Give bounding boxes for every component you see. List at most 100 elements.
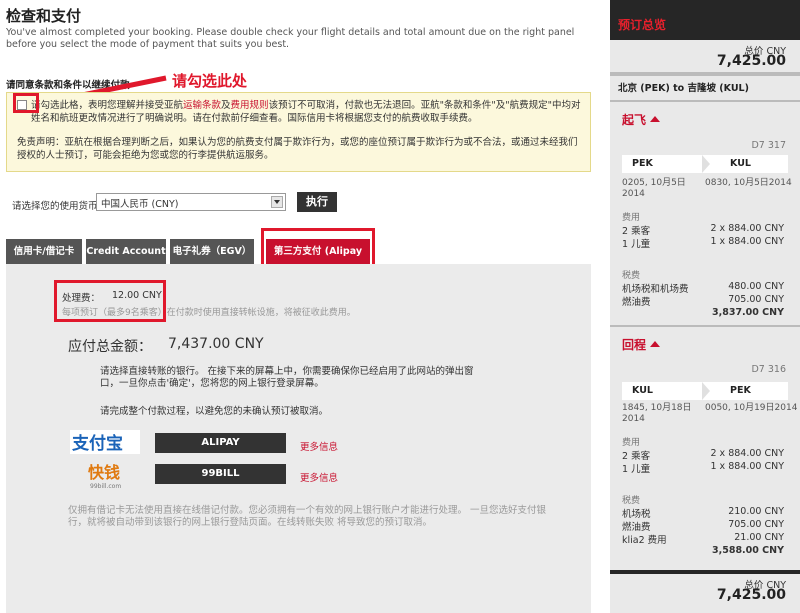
return-fare-row-value: 2 x 884.00 CNY [710,448,784,459]
outbound-fare-row-label: 1 儿童 [622,239,651,250]
run-button[interactable]: 执行 [297,192,337,212]
payment-main: 检查和支付 You've almost completed your booki… [0,0,600,613]
return-tax-row-label: 燃油费 [622,522,651,533]
return-fare-row-label: 2 乘客 [622,451,651,462]
page-title: 检查和支付 [6,7,82,25]
fee-rules-link[interactable]: 费用规则 [231,100,269,111]
total-value: 7,437.00 CNY [168,336,264,352]
return-tax-row: 燃油费 705.00 CNY [622,519,788,533]
return-flight-number: D7 316 [751,364,786,375]
return-depart-year: 2014 [622,414,645,424]
return-tax-row: 机场税 210.00 CNY [622,506,788,520]
outbound-tax-row-value: 480.00 CNY [728,281,784,292]
return-subtotal: 3,588.00 CNY [622,545,788,557]
return-tax-row-value: 21.00 CNY [734,532,784,543]
fee-highlight [54,280,166,322]
chevron-right-icon [702,155,710,173]
tab-egv[interactable]: 电子礼券（EGV） [170,239,254,264]
bottom-note: 仅拥有借记卡无法使用直接在线借记付款。您必须拥有一个有效的网上银行账户才能进行处… [68,505,547,528]
return-fare-row: 1 儿童 1 x 884.00 CNY [622,461,788,475]
chevron-right-icon [702,382,710,400]
return-fare-row: 2 乘客 2 x 884.00 CNY [622,448,788,462]
chevron-down-icon [271,196,283,208]
return-tax-row-label: 机场税 [622,509,651,520]
outbound-leg-bar: PEK KUL [622,155,788,173]
kuaiqian-logo-text: 快钱 [88,463,120,482]
outbound-to: KUL [730,158,751,169]
outbound-from: PEK [632,158,653,169]
checkbox-highlight [13,93,39,113]
outbound-depart-time-text: 0205, 10月5日 [622,178,686,188]
summary-divider [610,325,800,327]
return-depart-time: 1845, 10月18日 2014 [622,403,692,425]
terms-box: 请勾选此格，表明您理解并接受亚航运输条款及费用规则该预订不可取消，付款也无法退回… [6,92,591,172]
currency-selected-value: 中国人民币 (CNY) [101,199,179,210]
outbound-depart-year: 2014 [622,189,645,199]
summary-footer-total: 总价 CNY 7,425.00 [610,570,800,613]
terms-text-a: 请勾选此格，表明您理解并接受亚航 [31,100,184,111]
tab-credit-debit[interactable]: 信用卡/借记卡 [6,239,82,264]
return-tax-row-value: 210.00 CNY [728,506,784,517]
return-tax-row-label: klia2 费用 [622,535,667,546]
summary-divider [610,100,800,102]
return-arrive-time: 0050, 10月19日2014 [705,403,798,413]
page-intro: You've almost completed your booking. Pl… [6,27,575,50]
return-section-title[interactable]: 回程 [622,336,661,353]
outbound-fare-row: 2 乘客 2 x 884.00 CNY [622,223,788,237]
outbound-fare-label: 费用 [622,213,641,223]
transport-terms-link[interactable]: 运输条款 [183,100,221,111]
terms-text-and: 及 [221,100,231,111]
tab-credit-account[interactable]: Credit Account [86,239,166,264]
return-to: PEK [730,385,751,396]
outbound-tax-row: 机场税和机场费 480.00 CNY [622,281,788,295]
collapse-up-icon [650,341,661,347]
outbound-fare-row: 1 儿童 1 x 884.00 CNY [622,236,788,250]
outbound-fare-row-value: 1 x 884.00 CNY [710,236,784,247]
summary-route: 北京 (PEK) to 吉隆坡 (KUL) [618,83,749,94]
total-label: 应付总金额： [68,339,152,355]
return-fare-label: 费用 [622,438,641,448]
complete-instructions: 请完成整个付款过程，以避免您的未确认预订被取消。 [100,406,329,417]
outbound-tax-row: 燃油费 705.00 CNY [622,294,788,308]
outbound-depart-time: 0205, 10月5日 2014 [622,178,686,200]
kuaiqian-logo-sub: 99bill.com [90,483,121,490]
alipay-logo: 支付宝 [70,430,140,454]
return-tax-row-value: 705.00 CNY [728,519,784,530]
alipay-button[interactable]: ALIPAY [155,433,286,453]
summary-total-value: 7,425.00 [716,53,786,69]
outbound-tax-label: 税费 [622,271,641,281]
return-leg-bar: KUL PEK [622,382,788,400]
outbound-fare-row-value: 2 x 884.00 CNY [710,223,784,234]
return-from: KUL [632,385,653,396]
currency-label: 请选择您的使用货币 [12,201,98,212]
outbound-section-title[interactable]: 起飞 [622,111,661,128]
return-subtotal-value: 3,588.00 CNY [712,545,784,556]
disclaimer-text: 免责声明：亚航在根据合理判断之后，如果认为您的航费支付属于欺诈行为，或您的座位预… [17,137,578,161]
footer-total-value: 7,425.00 [716,587,786,603]
outbound-subtotal: 3,837.00 CNY [622,307,788,319]
return-fare-row-label: 1 儿童 [622,464,651,475]
outbound-tax-row-label: 燃油费 [622,297,651,308]
outbound-arrive-time: 0830, 10月5日2014 [705,178,792,188]
annotation-text: 请勾选此处 [172,72,248,90]
return-depart-time-text: 1845, 10月18日 [622,403,692,413]
outbound-subtotal-value: 3,837.00 CNY [712,307,784,318]
currency-select[interactable]: 中国人民币 (CNY) [96,193,286,211]
outbound-flight-number: D7 317 [751,140,786,151]
99bill-more-info-link[interactable]: 更多信息 [300,470,338,484]
return-fare-row-value: 1 x 884.00 CNY [710,461,784,472]
return-tax-row: klia2 费用 21.00 CNY [622,532,788,546]
alipay-more-info-link[interactable]: 更多信息 [300,439,338,453]
99bill-button[interactable]: 99BILL [155,464,286,484]
return-section-label: 回程 [622,338,647,352]
99bill-logo: 快钱 99bill.com [88,463,121,490]
summary-divider [610,72,800,76]
bank-instructions: 请选择直接转账的银行。 在接下来的屏幕上中，你需要确保你已经启用了此网站的弹出窗… [100,366,474,389]
terms-text: 请勾选此格，表明您理解并接受亚航运输条款及费用规则该预订不可取消，付款也无法退回… [31,99,584,125]
outbound-tax-row-value: 705.00 CNY [728,294,784,305]
summary-title: 预订总览 [618,18,667,32]
outbound-fare-row-label: 2 乘客 [622,226,651,237]
alipay-logo-text: 支付宝 [72,433,123,454]
booking-summary: 预订总览 总价 CNY 7,425.00 北京 (PEK) to 吉隆坡 (KU… [610,0,800,613]
outbound-tax-row-label: 机场税和机场费 [622,284,689,295]
